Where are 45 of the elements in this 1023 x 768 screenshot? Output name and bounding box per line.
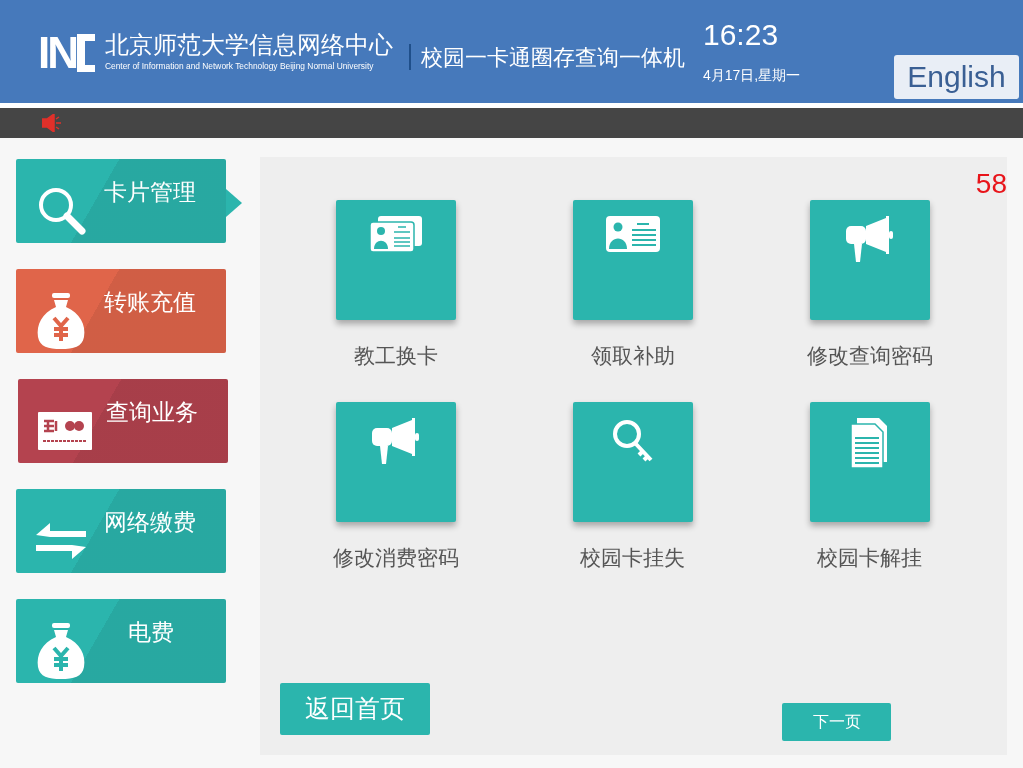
megaphone-icon [372,417,421,464]
sidebar-label: 电费 [128,618,174,647]
sidebar-label: 转账充值 [104,288,196,317]
transfer-arrows-icon [36,523,86,559]
sidebar-label: 卡片管理 [104,178,196,207]
menu-tile[interactable] [336,200,457,320]
tile-label: 领取补助 [591,343,675,369]
sidebar-label: 网络缴费 [104,508,196,537]
clock-time: 16:23 [703,17,780,53]
kiosk-title: 校园一卡通圈存查询一体机 [421,44,685,72]
id-cards-icon [370,216,423,252]
bank-card-icon [38,412,92,450]
logo-bracket-icon [77,33,95,72]
language-button[interactable]: English [894,55,1019,99]
tile-label: 修改查询密码 [806,343,933,369]
sidebar-label: 查询业务 [106,398,198,427]
speaker-icon[interactable] [42,114,62,132]
countdown-timer: 58 [975,167,1007,201]
date-text: 4月17日,星期一 [703,66,801,85]
home-button[interactable]: 返回首页 [280,683,430,735]
sidebar-item[interactable]: 网络缴费 [16,489,226,573]
money-bag-icon [36,293,86,349]
tile-label: 修改消费密码 [333,544,460,571]
sidebar-item[interactable]: 查询业务 [18,379,228,463]
sidebar-item[interactable]: 电费 [16,599,226,683]
tile-label: 教工换卡 [354,343,439,369]
tile-label: 校园卡挂失 [580,544,686,571]
tile-label: 校园卡解挂 [817,544,923,571]
menu-tile[interactable] [336,401,457,522]
id-card-icon [606,216,660,252]
org-name: 北京师范大学信息网络中心 [105,30,393,61]
next-page-button[interactable]: 下一页 [782,703,891,741]
menu-tile[interactable] [573,200,693,320]
money-bag-icon [36,623,86,679]
document-icon [850,417,889,468]
org-name-english: Center of Information and Network Technology Beijing Normal University [105,60,375,73]
key-icon [611,417,655,464]
megaphone-icon [845,216,894,262]
menu-tile[interactable] [809,200,930,320]
menu-tile[interactable] [809,401,930,522]
sidebar-item[interactable]: 卡片管理 [16,159,226,243]
menu-tile[interactable] [573,401,693,522]
sidebar-item[interactable]: 转账充值 [16,269,226,353]
logo-letters: IN [38,30,76,75]
search-icon [36,185,88,237]
